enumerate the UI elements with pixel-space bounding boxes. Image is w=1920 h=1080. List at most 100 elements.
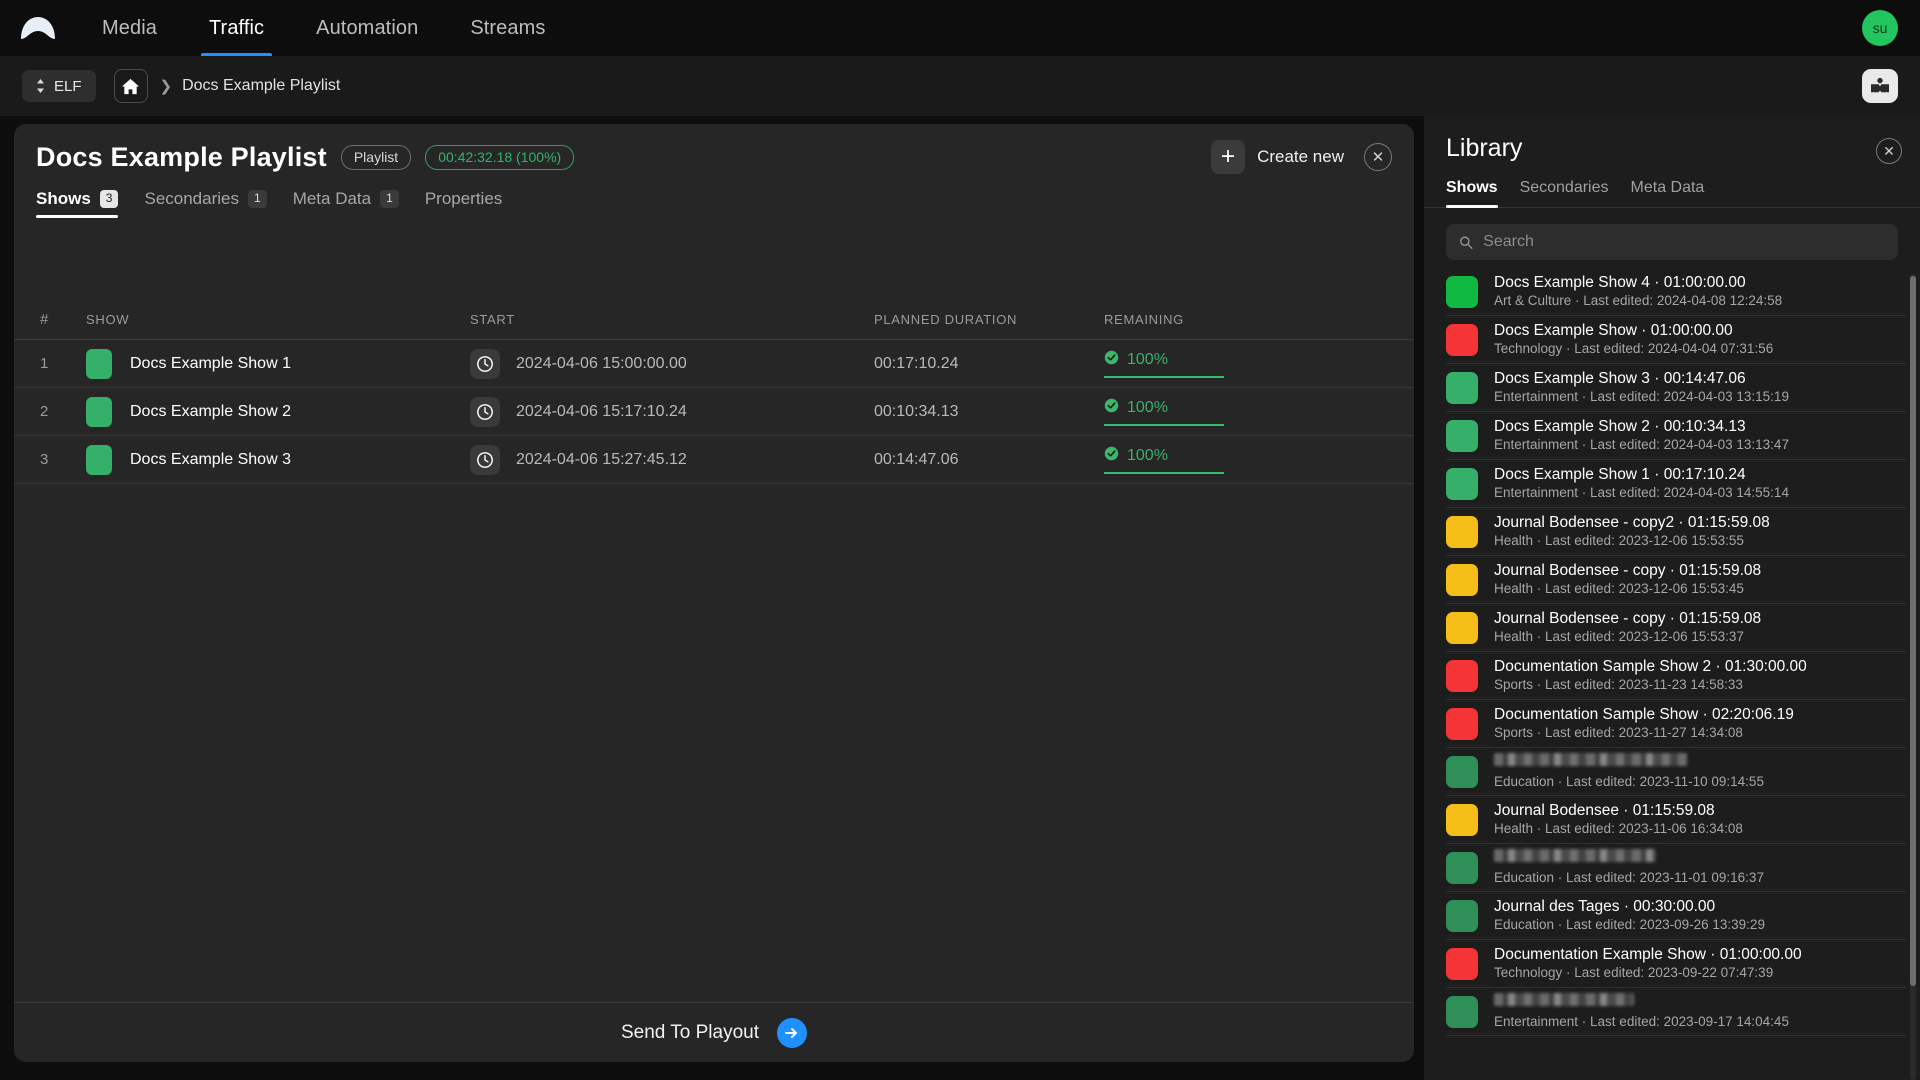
table-row[interactable]: 1Docs Example Show 12024-04-06 15:00:00.… <box>14 340 1414 388</box>
playlist-card: Docs Example Playlist Playlist 00:42:32.… <box>14 124 1414 1062</box>
nav-item-media[interactable]: Media <box>82 0 177 56</box>
library-panel: Library ✕ Shows Secondaries Meta Data Do… <box>1424 116 1920 1080</box>
list-item[interactable]: Journal Bodensee · 01:15:59.08Health · L… <box>1446 796 1906 844</box>
list-item[interactable]: Documentation Sample Show 2 · 01:30:00.0… <box>1446 652 1906 700</box>
library-scrollbar[interactable] <box>1910 274 1916 1080</box>
library-item-color-swatch <box>1446 900 1478 932</box>
show-color-swatch <box>86 445 112 475</box>
send-to-playout-button[interactable]: Send To Playout <box>621 1022 759 1044</box>
row-remaining-cell: 100% <box>1104 350 1388 378</box>
library-tabs: Shows Secondaries Meta Data <box>1424 163 1920 208</box>
tab-secondaries[interactable]: Secondaries 1 <box>144 189 266 218</box>
close-icon[interactable]: ✕ <box>1364 143 1392 171</box>
list-item[interactable]: Education · Last edited: 2023-11-01 09:1… <box>1446 844 1906 892</box>
remaining-progress-bar <box>1104 424 1224 426</box>
table-row[interactable]: 3 Docs Example Show 3 2024-04-06 15:27:45.… <box>14 436 1414 484</box>
breadcrumb-current[interactable]: Docs Example Playlist <box>182 77 340 95</box>
row-show-cell: Docs Example Show 3 <box>86 445 470 475</box>
home-icon[interactable] <box>114 69 148 103</box>
tab-count: 3 <box>100 190 119 207</box>
library-item-text: Documentation Sample Show · 02:20:06.19S… <box>1494 705 1794 741</box>
tab-properties[interactable]: Properties <box>425 189 502 218</box>
library-item-name: Journal Bodensee · 01:15:59.08 <box>1494 801 1743 820</box>
app-logo-icon[interactable] <box>0 15 76 41</box>
library-item-color-swatch <box>1446 660 1478 692</box>
library-search-box[interactable] <box>1446 224 1898 260</box>
library-tab-secondaries[interactable]: Secondaries <box>1520 179 1609 207</box>
channel-selector[interactable]: ELF <box>22 70 96 102</box>
duration-badge: 00:42:32.18 (100%) <box>425 145 574 170</box>
list-item[interactable]: Documentation Sample Show · 02:20:06.19S… <box>1446 700 1906 748</box>
library-item-subtitle: Art & Culture · Last edited: 2024-04-08 … <box>1494 293 1782 310</box>
tab-shows[interactable]: Shows 3 <box>36 189 118 218</box>
table-row[interactable]: 2Docs Example Show 22024-04-06 15:17:10.… <box>14 388 1414 436</box>
library-title: Library <box>1424 116 1920 163</box>
library-item-text: Entertainment · Last edited: 2023-09-17 … <box>1494 993 1789 1031</box>
row-start-cell: 2024-04-06 15:27:45.12 <box>470 445 874 475</box>
library-item-color-swatch <box>1446 420 1478 452</box>
library-scrollbar-thumb[interactable] <box>1910 276 1916 986</box>
arrow-right-icon[interactable] <box>777 1018 807 1048</box>
list-item[interactable]: Journal Bodensee - copy · 01:15:59.08Hea… <box>1446 556 1906 604</box>
avatar[interactable]: su <box>1862 10 1898 46</box>
row-remaining-cell: 100% <box>1104 398 1388 426</box>
create-new-label: Create new <box>1257 147 1344 167</box>
library-item-subtitle: Technology · Last edited: 2024-04-04 07:… <box>1494 341 1773 358</box>
nav-item-automation[interactable]: Automation <box>296 0 438 56</box>
show-name: Docs Example Show 3 <box>130 451 291 469</box>
nav-label: Traffic <box>209 17 264 40</box>
row-duration-cell: 00:14:47.06 <box>874 451 1104 469</box>
list-item[interactable]: Docs Example Show 3 · 00:14:47.06Enterta… <box>1446 364 1906 412</box>
library-book-icon[interactable] <box>1862 69 1898 103</box>
list-item[interactable]: Docs Example Show 2 · 00:10:34.13Enterta… <box>1446 412 1906 460</box>
list-item[interactable]: Docs Example Show · 01:00:00.00Technolog… <box>1446 316 1906 364</box>
list-item[interactable]: Journal Bodensee - copy2 · 01:15:59.08He… <box>1446 508 1906 556</box>
remaining-progress-bar <box>1104 472 1224 474</box>
close-icon[interactable]: ✕ <box>1876 138 1902 164</box>
check-circle-icon <box>1104 398 1119 418</box>
check-circle-icon <box>1104 446 1119 466</box>
remaining-percent: 100% <box>1127 399 1168 417</box>
library-item-name: Journal Bodensee - copy · 01:15:59.08 <box>1494 561 1761 580</box>
library-item-text: Documentation Example Show · 01:00:00.00… <box>1494 945 1802 981</box>
library-item-color-swatch <box>1446 276 1478 308</box>
clock-icon <box>470 397 500 427</box>
list-item[interactable]: Education · Last edited: 2023-11-10 09:1… <box>1446 748 1906 796</box>
avatar-initials: su <box>1873 20 1888 36</box>
library-tab-meta-data[interactable]: Meta Data <box>1631 179 1705 207</box>
nav-item-streams[interactable]: Streams <box>450 0 565 56</box>
list-item[interactable]: Docs Example Show 4 · 01:00:00.00Art & C… <box>1446 268 1906 316</box>
top-navigation-bar: Media Traffic Automation Streams su <box>0 0 1920 56</box>
search-input[interactable] <box>1483 233 1885 251</box>
library-item-name: Documentation Example Show · 01:00:00.00 <box>1494 945 1802 964</box>
type-badge: Playlist <box>341 145 411 170</box>
list-item[interactable]: Journal des Tages · 00:30:00.00Education… <box>1446 892 1906 940</box>
row-start-cell: 2024-04-06 15:17:10.24 <box>470 397 874 427</box>
tab-meta-data[interactable]: Meta Data 1 <box>293 189 399 218</box>
breadcrumb-bar: ELF ❯ Docs Example Playlist <box>0 56 1920 116</box>
library-item-name: Docs Example Show 4 · 01:00:00.00 <box>1494 273 1782 292</box>
row-number: 3 <box>40 451 86 468</box>
library-tab-shows[interactable]: Shows <box>1446 179 1498 207</box>
nav-item-traffic[interactable]: Traffic <box>189 0 284 56</box>
list-item[interactable]: Entertainment · Last edited: 2023-09-17 … <box>1446 988 1906 1036</box>
list-item[interactable]: Journal Bodensee - copy · 01:15:59.08Hea… <box>1446 604 1906 652</box>
clock-icon <box>470 349 500 379</box>
tab-label: Shows <box>1446 179 1498 196</box>
library-item-subtitle: Health · Last edited: 2023-12-06 15:53:5… <box>1494 533 1770 550</box>
library-item-subtitle: Sports · Last edited: 2023-11-27 14:34:0… <box>1494 725 1794 742</box>
list-item[interactable]: Documentation Example Show · 01:00:00.00… <box>1446 940 1906 988</box>
tab-count: 1 <box>380 190 399 207</box>
library-item-text: Docs Example Show · 01:00:00.00Technolog… <box>1494 321 1773 357</box>
library-item-color-swatch <box>1446 516 1478 548</box>
column-header-number: # <box>40 311 86 328</box>
library-item-list[interactable]: Docs Example Show 4 · 01:00:00.00Art & C… <box>1446 268 1906 1080</box>
library-item-text: Documentation Sample Show 2 · 01:30:00.0… <box>1494 657 1807 693</box>
plus-icon: + <box>1211 140 1245 174</box>
row-remaining-cell: 100% <box>1104 446 1388 474</box>
library-item-text: Journal Bodensee - copy2 · 01:15:59.08He… <box>1494 513 1770 549</box>
column-header-duration: PLANNED DURATION <box>874 312 1104 327</box>
planned-duration: 00:14:47.06 <box>874 451 959 468</box>
list-item[interactable]: Docs Example Show 1 · 00:17:10.24Enterta… <box>1446 460 1906 508</box>
create-new-button[interactable]: + Create new <box>1211 140 1344 174</box>
